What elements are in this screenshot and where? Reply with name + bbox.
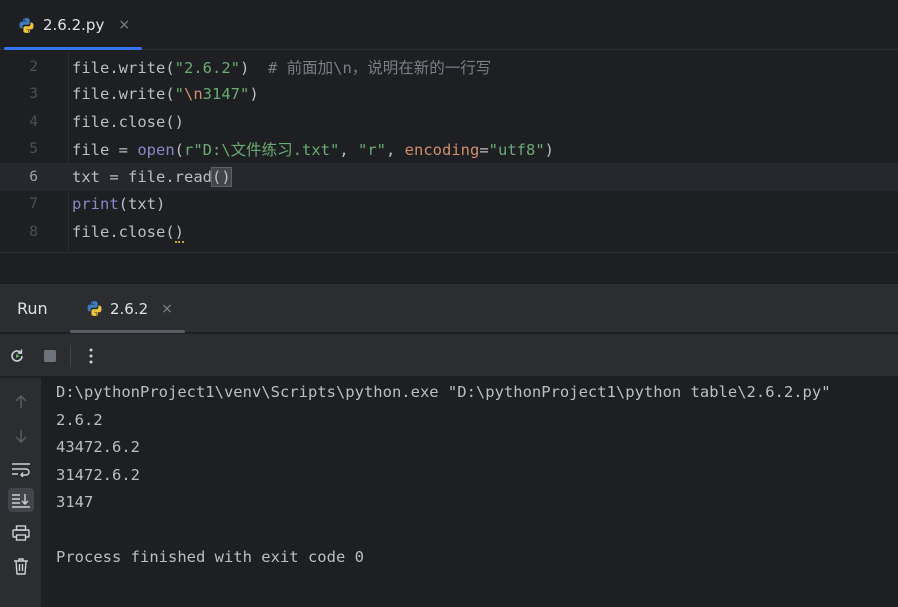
active-tab-indicator bbox=[4, 47, 142, 50]
close-icon[interactable]: × bbox=[118, 17, 130, 33]
console-side-rail bbox=[0, 378, 41, 607]
line-number: 4 bbox=[29, 113, 38, 130]
soft-wrap-button[interactable] bbox=[8, 457, 34, 481]
print-icon bbox=[12, 525, 30, 541]
console-line: 31472.6.2 bbox=[56, 465, 140, 484]
line-number: 5 bbox=[29, 141, 38, 158]
ide-window: 2.6.2.py × 2 file.write("2.6.2") # 前面加\n… bbox=[0, 0, 898, 607]
code-line[interactable]: 7 print(txt) bbox=[0, 191, 898, 219]
python-run-config-icon bbox=[87, 301, 102, 316]
toolbar-divider bbox=[70, 345, 71, 367]
stop-button[interactable] bbox=[39, 345, 61, 367]
console-line: 3147 bbox=[56, 493, 94, 511]
console-output[interactable]: D:\pythonProject1\venv\Scripts\python.ex… bbox=[41, 378, 898, 607]
console-line: D:\pythonProject1\venv\Scripts\python.ex… bbox=[56, 383, 831, 401]
run-panel-title: Run bbox=[17, 299, 48, 318]
console-line: 2.6.2 bbox=[56, 410, 103, 429]
next-occurrence-button[interactable] bbox=[8, 424, 34, 448]
run-tab-2-6-2[interactable]: 2.6.2 × bbox=[70, 284, 185, 333]
more-options-icon bbox=[89, 348, 93, 364]
soft-wrap-icon bbox=[12, 463, 30, 477]
run-toolbar bbox=[0, 334, 898, 377]
rerun-icon bbox=[11, 349, 23, 362]
arrow-up-icon bbox=[15, 394, 27, 408]
editor-tab-2-6-2-py[interactable]: 2.6.2.py × bbox=[4, 0, 142, 50]
code-line[interactable]: 4 file.close() bbox=[0, 108, 898, 136]
run-tool-window-header: Run 2.6.2 × bbox=[0, 284, 898, 333]
active-run-tab-indicator bbox=[70, 330, 185, 333]
code-editor[interactable]: 2 file.write("2.6.2") # 前面加\n，说明在新的一行写 3… bbox=[0, 51, 898, 252]
arrow-down-icon bbox=[15, 430, 27, 444]
line-number: 2 bbox=[29, 58, 38, 75]
scroll-to-end-button[interactable] bbox=[8, 488, 34, 512]
trash-icon bbox=[14, 558, 28, 575]
line-number: 7 bbox=[29, 196, 38, 213]
code-line[interactable]: 8 file.close() bbox=[0, 218, 898, 246]
line-number: 3 bbox=[29, 86, 38, 103]
line-number: 8 bbox=[29, 223, 38, 240]
console-line: 43472.6.2 bbox=[56, 438, 140, 456]
previous-occurrence-button[interactable] bbox=[8, 390, 34, 414]
code-line[interactable]: 2 file.write("2.6.2") # 前面加\n，说明在新的一行写 bbox=[0, 53, 898, 81]
warning-squiggle: ) bbox=[174, 222, 184, 243]
python-file-icon bbox=[19, 17, 34, 33]
close-icon[interactable]: × bbox=[161, 301, 173, 317]
editor-tab-bar: 2.6.2.py × bbox=[0, 0, 898, 50]
code-line[interactable]: 5 file = open(r"D:\文件练习.txt", "r", encod… bbox=[0, 136, 898, 164]
code-line[interactable]: 3 file.write("\n3147") bbox=[0, 81, 898, 109]
scroll-to-end-icon bbox=[12, 494, 30, 508]
code-line-current[interactable]: 6 txt = file.read() bbox=[0, 163, 898, 191]
print-button[interactable] bbox=[8, 521, 34, 545]
more-options-button[interactable] bbox=[80, 345, 102, 367]
rerun-button[interactable] bbox=[6, 345, 28, 367]
run-tab-label: 2.6.2 bbox=[110, 299, 149, 318]
matched-parens: () bbox=[211, 166, 232, 187]
editor-tab-label: 2.6.2.py bbox=[43, 16, 105, 34]
line-number: 6 bbox=[29, 168, 38, 185]
console-line-exit-status: Process finished with exit code 0 bbox=[56, 548, 364, 566]
clear-all-button[interactable] bbox=[8, 554, 34, 578]
editor-bottom-spacer bbox=[0, 252, 898, 284]
stop-icon bbox=[44, 350, 56, 362]
